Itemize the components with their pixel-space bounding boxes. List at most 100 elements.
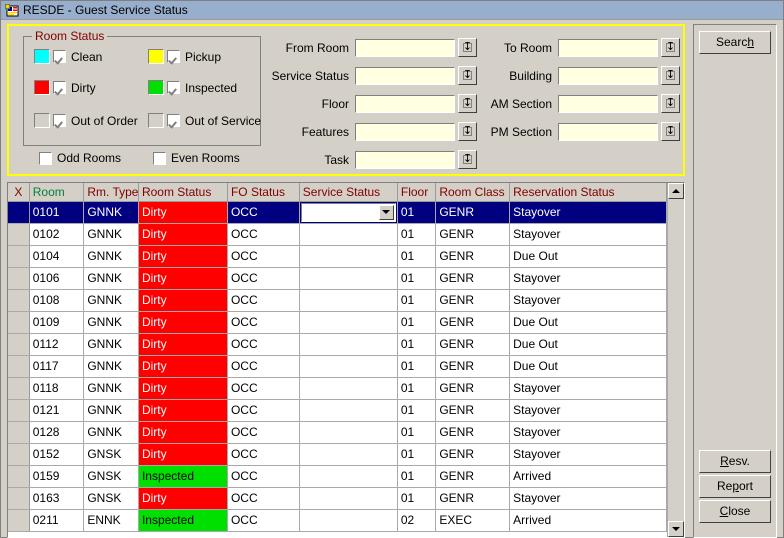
out-of-order-checkbox[interactable] [53, 114, 66, 127]
cell-rmtype[interactable]: GNNK [84, 245, 139, 267]
cell-resvst[interactable]: Stayover [510, 377, 667, 399]
table-row[interactable]: 0211ENNKInspectedOCC02EXECArrived [8, 509, 667, 531]
cell-rmtype[interactable]: GNSK [84, 465, 139, 487]
cell-room[interactable]: 0109 [29, 311, 84, 333]
row-selector-cell[interactable] [8, 355, 29, 377]
cell-svcst[interactable] [299, 399, 397, 421]
cell-floor[interactable]: 01 [397, 377, 435, 399]
cell-roomst[interactable]: Inspected [138, 509, 227, 531]
task-dropdown-button[interactable]: ↧ [458, 150, 477, 169]
even-rooms-checkbox[interactable] [153, 152, 166, 165]
report-button[interactable]: Report [699, 475, 771, 498]
cell-fost[interactable]: OCC [227, 289, 299, 311]
cell-room[interactable]: 0121 [29, 399, 84, 421]
cell-floor[interactable]: 01 [397, 487, 435, 509]
cell-roomst[interactable]: Dirty [138, 245, 227, 267]
cell-svcst[interactable] [299, 355, 397, 377]
table-row[interactable]: 0159GNSKInspectedOCC01GENRArrived [8, 465, 667, 487]
cell-roomcls[interactable]: GENR [436, 421, 510, 443]
row-selector-cell[interactable] [8, 377, 29, 399]
cell-rmtype[interactable]: GNNK [84, 377, 139, 399]
table-row[interactable]: 0117GNNKDirtyOCC01GENRDue Out [8, 355, 667, 377]
row-selector-cell[interactable] [8, 201, 29, 223]
even-rooms-option[interactable]: Even Rooms [153, 151, 240, 165]
cell-floor[interactable]: 01 [397, 289, 435, 311]
cell-roomst[interactable]: Dirty [138, 267, 227, 289]
cell-room[interactable]: 0106 [29, 267, 84, 289]
row-selector-cell[interactable] [8, 289, 29, 311]
cell-svcst[interactable] [299, 267, 397, 289]
column-header-room[interactable]: Room [29, 183, 84, 201]
cell-svcst[interactable] [299, 487, 397, 509]
cell-resvst[interactable]: Stayover [510, 223, 667, 245]
close-button[interactable]: Close [699, 500, 771, 523]
cell-room[interactable]: 0101 [29, 201, 84, 223]
table-row[interactable]: 0106GNNKDirtyOCC01GENRStayover [8, 267, 667, 289]
column-header-svcst[interactable]: Service Status [299, 183, 397, 201]
cell-rmtype[interactable]: GNNK [84, 201, 139, 223]
cell-resvst[interactable]: Arrived [510, 465, 667, 487]
odd-rooms-option[interactable]: Odd Rooms [39, 151, 121, 165]
cell-rmtype[interactable]: GNNK [84, 311, 139, 333]
column-header-x[interactable]: X [8, 183, 29, 201]
cell-room[interactable]: 0118 [29, 377, 84, 399]
cell-resvst[interactable]: Due Out [510, 311, 667, 333]
cell-fost[interactable]: OCC [227, 311, 299, 333]
cell-fost[interactable]: OCC [227, 421, 299, 443]
cell-roomcls[interactable]: GENR [436, 465, 510, 487]
cell-fost[interactable]: OCC [227, 223, 299, 245]
cell-resvst[interactable]: Due Out [510, 245, 667, 267]
building-input[interactable] [558, 67, 658, 85]
cell-floor[interactable]: 01 [397, 333, 435, 355]
row-selector-cell[interactable] [8, 311, 29, 333]
cell-roomst[interactable]: Dirty [138, 333, 227, 355]
cell-fost[interactable]: OCC [227, 509, 299, 531]
row-selector-cell[interactable] [8, 333, 29, 355]
cell-floor[interactable]: 01 [397, 399, 435, 421]
cell-room[interactable]: 0163 [29, 487, 84, 509]
cell-roomst[interactable]: Dirty [138, 355, 227, 377]
cell-roomst[interactable]: Dirty [138, 399, 227, 421]
cell-fost[interactable]: OCC [227, 333, 299, 355]
cell-fost[interactable]: OCC [227, 377, 299, 399]
cell-resvst[interactable]: Due Out [510, 333, 667, 355]
cell-floor[interactable]: 01 [397, 223, 435, 245]
cell-rmtype[interactable]: GNNK [84, 223, 139, 245]
cell-rmtype[interactable]: GNNK [84, 355, 139, 377]
cell-rmtype[interactable]: GNNK [84, 421, 139, 443]
cell-roomcls[interactable]: GENR [436, 289, 510, 311]
cell-svcst[interactable] [299, 289, 397, 311]
cell-floor[interactable]: 01 [397, 201, 435, 223]
cell-roomst[interactable]: Dirty [138, 311, 227, 333]
cell-floor[interactable]: 01 [397, 267, 435, 289]
cell-svcst[interactable] [299, 245, 397, 267]
row-selector-cell[interactable] [8, 421, 29, 443]
cell-svcst[interactable] [299, 333, 397, 355]
cell-rmtype[interactable]: GNNK [84, 267, 139, 289]
cell-fost[interactable]: OCC [227, 355, 299, 377]
results-vertical-scrollbar[interactable] [667, 183, 684, 537]
cell-roomst[interactable]: Dirty [138, 377, 227, 399]
cell-svcst[interactable] [299, 223, 397, 245]
cell-roomcls[interactable]: GENR [436, 355, 510, 377]
row-selector-cell[interactable] [8, 509, 29, 531]
cell-room[interactable]: 0211 [29, 509, 84, 531]
cell-roomcls[interactable]: GENR [436, 333, 510, 355]
task-input[interactable] [355, 151, 455, 169]
cell-room[interactable]: 0117 [29, 355, 84, 377]
cell-roomcls[interactable]: GENR [436, 443, 510, 465]
odd-rooms-checkbox[interactable] [39, 152, 52, 165]
am-section-input[interactable] [558, 95, 658, 113]
cell-resvst[interactable]: Due Out [510, 355, 667, 377]
row-selector-cell[interactable] [8, 223, 29, 245]
am-section-dropdown-button[interactable]: ↧ [661, 94, 680, 113]
row-selector-cell[interactable] [8, 443, 29, 465]
room-status-clean[interactable]: Clean [34, 49, 102, 64]
cell-rmtype[interactable]: ENNK [84, 509, 139, 531]
row-selector-cell[interactable] [8, 399, 29, 421]
resv-button[interactable]: Resv. [699, 450, 771, 473]
row-selector-cell[interactable] [8, 487, 29, 509]
cell-room[interactable]: 0102 [29, 223, 84, 245]
cell-resvst[interactable]: Stayover [510, 443, 667, 465]
service-status-cell-combo[interactable] [301, 203, 396, 222]
